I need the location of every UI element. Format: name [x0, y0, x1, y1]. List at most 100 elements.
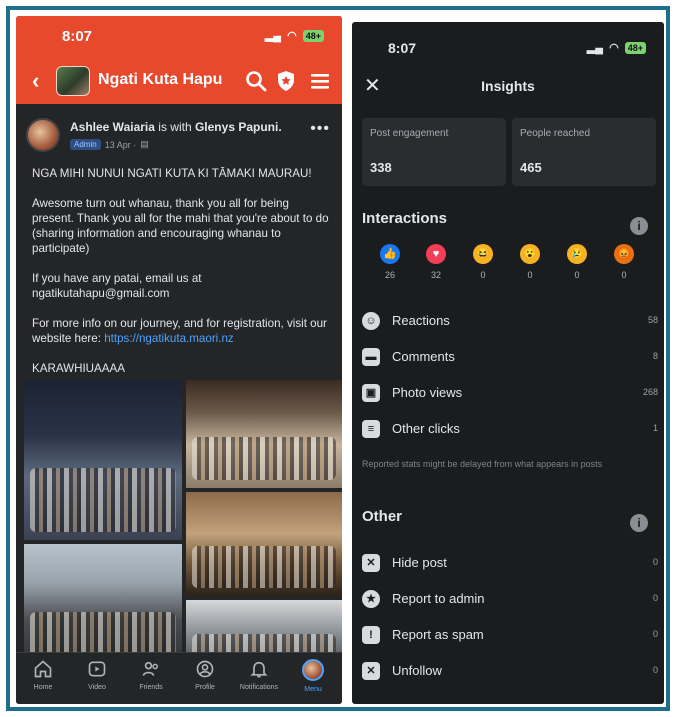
stat-label: Post engagement: [370, 128, 449, 139]
audience-icon: ▤: [140, 139, 149, 149]
tab-home[interactable]: Home: [16, 659, 70, 691]
friends-icon: [142, 661, 158, 676]
photo-icon: ▣: [362, 384, 380, 402]
other-clicks-row[interactable]: ≡ Other clicks 1: [362, 418, 658, 442]
report-admin-row[interactable]: ★ Report to admin 0: [362, 588, 658, 612]
with-text: is with: [158, 120, 192, 134]
reaction-count: 32: [430, 270, 441, 280]
author-avatar[interactable]: [26, 118, 60, 152]
like-icon: 👍: [380, 244, 400, 264]
post-meta: Admin 13 Apr · ▤: [70, 139, 149, 150]
post-paragraph: Awesome turn out whanau, thank you all f…: [32, 197, 329, 255]
status-time: 8:07: [62, 28, 93, 45]
reactions-row[interactable]: ☺ Reactions 58: [362, 310, 658, 334]
post-photo[interactable]: [186, 380, 342, 488]
row-value: 0: [652, 629, 658, 639]
stat-value: 338: [370, 160, 392, 175]
row-label: Other clicks: [392, 421, 460, 436]
row-label: Unfollow: [392, 663, 442, 678]
bell-icon: [250, 661, 268, 678]
comments-row[interactable]: ▬ Comments 8: [362, 346, 658, 370]
smiley-icon: ☺: [362, 312, 380, 330]
post-author-line: Ashlee Waiaria is with Glenys Papuni.: [70, 120, 282, 134]
post-author[interactable]: Ashlee Waiaria: [70, 120, 155, 134]
stat-value: 465: [520, 160, 542, 175]
search-icon[interactable]: [244, 69, 268, 93]
post-date: 13 Apr ·: [104, 139, 137, 150]
reaction-count: 0: [621, 270, 627, 280]
clicks-icon: ≡: [362, 420, 380, 438]
post-paragraph: NGA MIHI NUNUI NGATI KUTA KI TĀMAKI MAUR…: [32, 167, 312, 180]
stat-label: People reached: [520, 128, 591, 139]
insights-screen: 8:07 ▂▄ ◠ 48+ ✕ Insights Post engagement…: [352, 22, 664, 704]
group-post-screen: 8:07 ▂▄ ◠ 48+ ‹ Ngati Kuta Hapu Ashlee W…: [16, 16, 342, 704]
report-admin-icon: ★: [362, 590, 380, 608]
group-nav: ‹ Ngati Kuta Hapu: [16, 66, 342, 96]
reaction-angry: 😡 0: [612, 244, 636, 280]
report-spam-row[interactable]: ! Report as spam 0: [362, 624, 658, 648]
tab-label: Home: [33, 684, 53, 691]
back-button[interactable]: ‹: [32, 68, 39, 94]
tab-profile[interactable]: Profile: [178, 659, 232, 691]
comment-icon: ▬: [362, 348, 380, 366]
reaction-sad: 😢 0: [565, 244, 589, 280]
tab-label: Notifications: [239, 684, 279, 691]
row-label: Comments: [392, 349, 455, 364]
row-value: 58: [647, 315, 658, 325]
status-icons: ▂▄ ◠ 48+: [587, 41, 646, 54]
tagged-person[interactable]: Glenys Papuni.: [195, 120, 282, 134]
hamburger-menu-icon[interactable]: [308, 69, 332, 93]
spam-icon: !: [362, 626, 380, 644]
bottom-tab-bar: Home Video Friends Profile Notifications…: [16, 652, 342, 704]
signal-icon: ▂▄: [586, 42, 604, 54]
post-info-paragraph: For more info on our journey, and for re…: [32, 316, 332, 346]
tab-video[interactable]: Video: [70, 659, 124, 691]
info-icon[interactable]: i: [630, 514, 648, 532]
home-icon: [34, 660, 52, 678]
page-title: Insights: [481, 78, 535, 94]
profile-icon: [196, 660, 214, 678]
people-reached-card: People reached 465: [512, 118, 656, 186]
tab-label: Profile: [195, 684, 215, 691]
post-options-icon[interactable]: •••: [310, 120, 330, 138]
haha-icon: 😆: [473, 244, 493, 264]
tab-friends[interactable]: Friends: [124, 659, 178, 691]
post-closing: KARAWHIUAAAA: [32, 362, 125, 375]
reaction-love: ♥ 32: [424, 244, 448, 280]
battery-icon: 48+: [302, 29, 324, 42]
post-photo[interactable]: [24, 380, 182, 540]
row-value: 268: [642, 387, 658, 397]
post-text: NGA MIHI NUNUI NGATI KUTA KI TĀMAKI MAUR…: [32, 166, 332, 391]
group-thumbnail[interactable]: [56, 66, 90, 96]
group-name[interactable]: Ngati Kuta Hapu: [98, 71, 222, 89]
tab-notifications[interactable]: Notifications: [232, 659, 286, 691]
photo-grid: [24, 380, 342, 670]
sad-icon: 😢: [567, 244, 587, 264]
reaction-wow: 😮 0: [518, 244, 542, 280]
video-icon: [88, 661, 106, 677]
interactions-heading: Interactions: [362, 210, 448, 227]
row-label: Photo views: [392, 385, 463, 400]
post-photo[interactable]: [186, 492, 342, 596]
wifi-icon: ◠: [287, 30, 297, 42]
wow-icon: 😮: [520, 244, 540, 264]
reaction-count: 0: [574, 270, 580, 280]
signal-icon: ▂▄: [264, 30, 282, 42]
row-label: Reactions: [392, 313, 450, 328]
reaction-haha: 😆 0: [471, 244, 495, 280]
unfollow-row[interactable]: ✕ Unfollow 0: [362, 660, 658, 684]
admin-shield-icon[interactable]: [274, 69, 298, 93]
row-value: 0: [652, 557, 658, 567]
status-icons: ▂▄ ◠ 48+: [265, 29, 324, 42]
info-icon[interactable]: i: [630, 217, 648, 235]
hide-icon: ✕: [362, 554, 380, 572]
reaction-like: 👍 26: [378, 244, 402, 280]
row-label: Report to admin: [392, 591, 485, 606]
hide-post-row[interactable]: ✕ Hide post 0: [362, 552, 658, 576]
website-link[interactable]: https://ngatikuta.maori.nz: [104, 332, 234, 345]
photo-views-row[interactable]: ▣ Photo views 268: [362, 382, 658, 406]
tab-label: Menu: [304, 686, 322, 693]
tab-menu[interactable]: Menu: [286, 659, 340, 693]
reaction-breakdown: 👍 26 ♥ 32 😆 0 😮 0 😢 0 😡 0: [378, 244, 650, 294]
row-label: Hide post: [392, 555, 447, 570]
